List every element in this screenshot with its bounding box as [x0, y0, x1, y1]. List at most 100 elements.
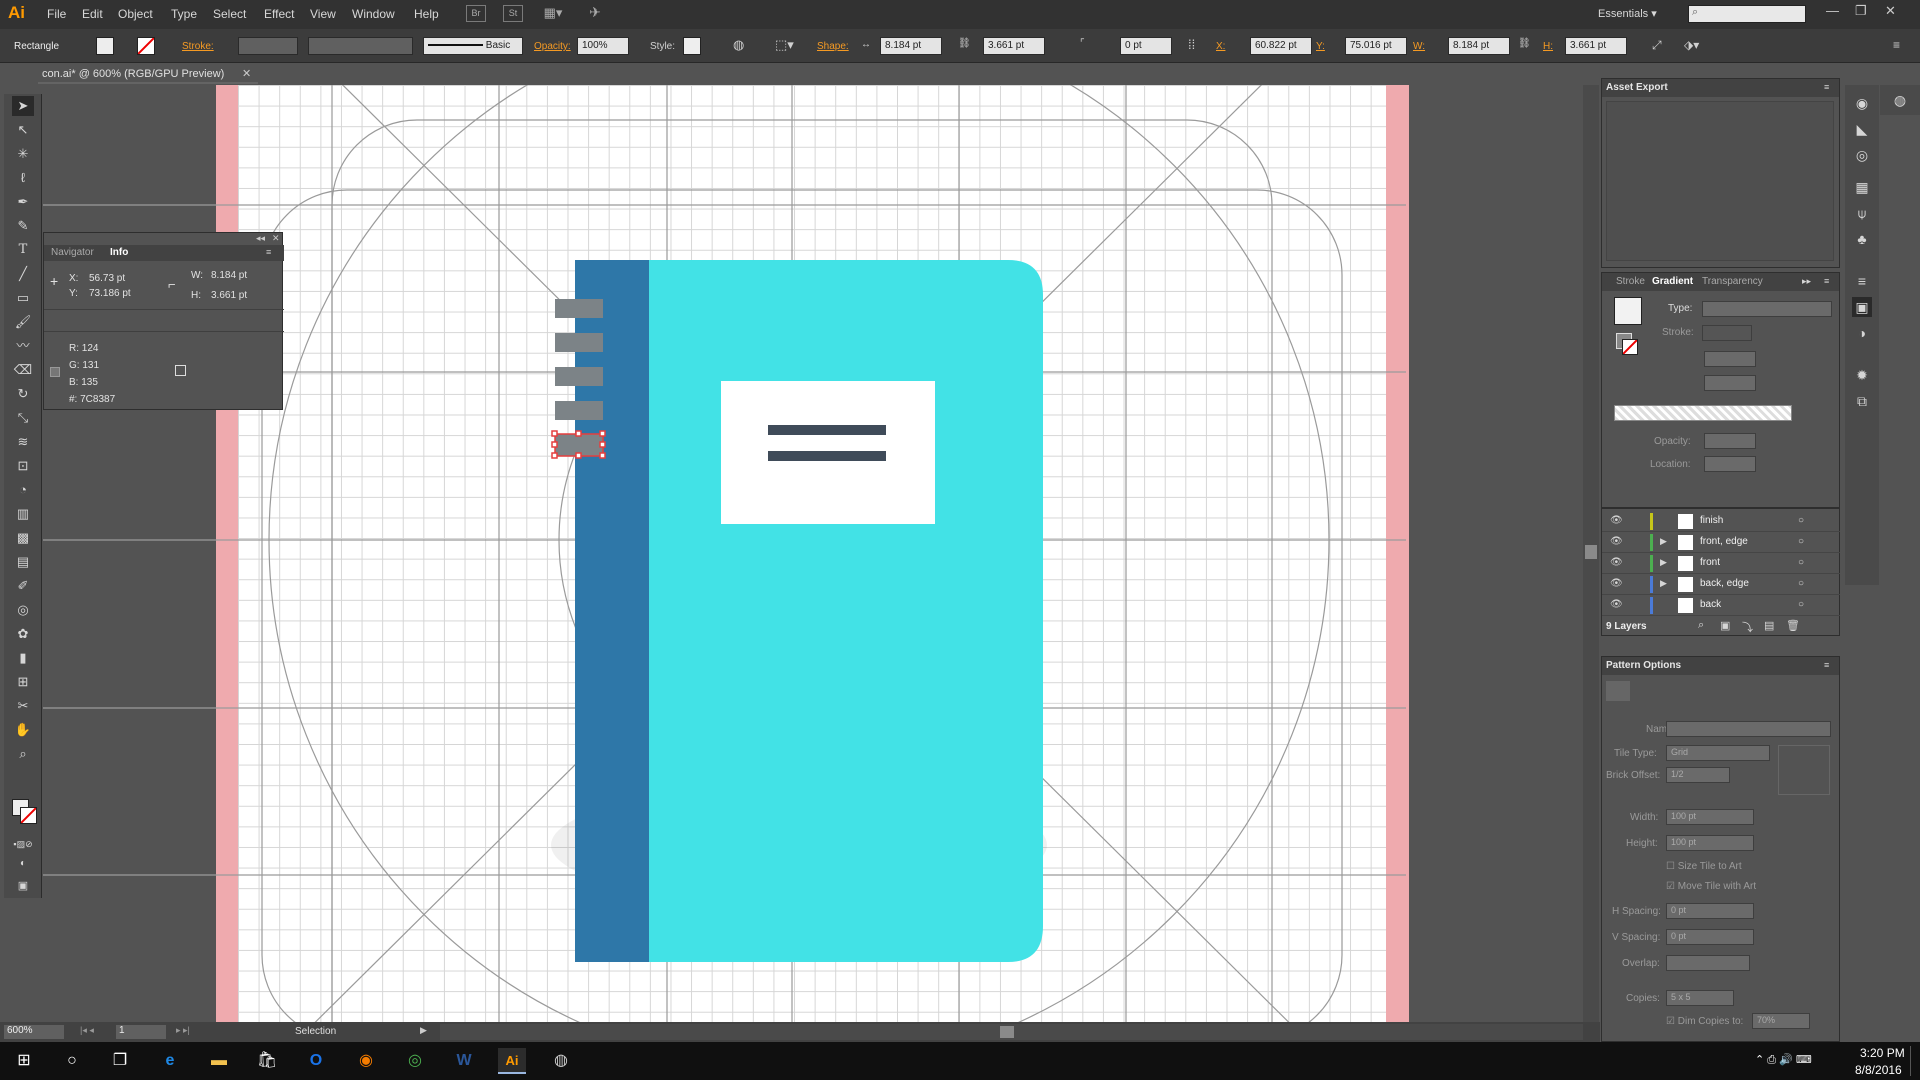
new-layer-icon[interactable]: ▤	[1764, 619, 1774, 632]
clock-date[interactable]: 8/8/2016	[1855, 1063, 1902, 1077]
pattern-width-field[interactable]: 100 pt	[1666, 809, 1754, 825]
show-desktop-button[interactable]	[1910, 1046, 1916, 1076]
dim-copies-checkbox[interactable]: ☑ Dim Copies to:	[1666, 1016, 1743, 1027]
libraries-icon[interactable]: ◉	[1852, 93, 1872, 113]
move-tile-checkbox[interactable]: ☑ Move Tile with Art	[1666, 881, 1756, 892]
symbols-icon[interactable]: ♣	[1852, 229, 1872, 249]
perspective-grid-tool-icon[interactable]: ▥	[12, 504, 34, 524]
h-field[interactable]: 3.661 pt	[1565, 37, 1627, 55]
gradient-location-field[interactable]	[1704, 456, 1756, 472]
x-field[interactable]: 60.822 pt	[1250, 37, 1312, 55]
layer-row[interactable]: 👁 ▶ front ○	[1602, 553, 1840, 574]
scale-tool-icon[interactable]: ⤡	[12, 408, 34, 428]
panel-menu-icon[interactable]: ≡	[1824, 276, 1829, 286]
menu-window[interactable]: Window	[352, 7, 395, 21]
expand-arrow-icon[interactable]: ▶	[1660, 536, 1667, 547]
shape-builder-tool-icon[interactable]: ◔	[12, 480, 34, 500]
target-icon[interactable]: ○	[1798, 599, 1804, 610]
menu-effect[interactable]: Effect	[264, 7, 294, 21]
target-icon[interactable]: ○	[1798, 515, 1804, 526]
corner-type-icon[interactable]: ⌜	[1080, 38, 1085, 49]
constrain-proportions-icon[interactable]: ⛓	[1518, 38, 1531, 49]
tab-info[interactable]: Info	[110, 247, 128, 258]
lasso-tool-icon[interactable]: ℓ	[12, 168, 34, 188]
edge-browser-icon[interactable]: e	[156, 1048, 184, 1074]
outlook-icon[interactable]: O	[302, 1048, 330, 1074]
v-spacing-field[interactable]: 0 pt	[1666, 929, 1754, 945]
h-spacing-field[interactable]: 0 pt	[1666, 903, 1754, 919]
column-graph-tool-icon[interactable]: ▮	[12, 648, 34, 668]
menu-file[interactable]: File	[47, 7, 66, 21]
bridge-icon[interactable]: Br	[466, 5, 486, 22]
shape-width-field[interactable]: 8.184 pt	[880, 37, 942, 55]
isolate-icon[interactable]: ⬗▾	[1684, 38, 1699, 52]
corner-radius-field[interactable]: 0 pt	[1120, 37, 1172, 55]
pen-tool-icon[interactable]: ✒	[12, 192, 34, 212]
artboard-tool-icon[interactable]: ⊞	[12, 672, 34, 692]
stroke-color-icon[interactable]	[20, 807, 37, 824]
gradient-opacity-field[interactable]	[1704, 433, 1756, 449]
visibility-eye-icon[interactable]: 👁	[1610, 515, 1623, 526]
align-icon[interactable]: ⬚▾	[775, 37, 794, 53]
angle-field[interactable]	[1704, 351, 1756, 367]
transform-icon[interactable]: ⤢	[1652, 38, 1662, 53]
reference-point-icon[interactable]: ⁞⁞	[1188, 37, 1195, 52]
pattern-name-field[interactable]	[1666, 721, 1831, 737]
cortana-icon[interactable]: ○	[58, 1048, 86, 1074]
minimize-icon[interactable]: —	[1826, 3, 1839, 18]
asset-export-list[interactable]	[1606, 101, 1834, 261]
task-view-icon[interactable]: ❐	[106, 1048, 134, 1074]
visibility-eye-icon[interactable]: 👁	[1610, 557, 1623, 568]
horizontal-scrollbar[interactable]	[440, 1024, 1583, 1040]
layer-row[interactable]: 👁 ▶ back, edge ○	[1602, 574, 1840, 595]
blend-tool-icon[interactable]: ◎	[12, 600, 34, 620]
brushes-icon[interactable]: ⍦	[1852, 203, 1872, 223]
rectangle-tool-icon[interactable]: ▭	[12, 288, 34, 308]
chrome-icon[interactable]: ◎	[401, 1048, 429, 1074]
rotate-tool-icon[interactable]: ↻	[12, 384, 34, 404]
layer-row[interactable]: 👁 ▶ front, edge ○	[1602, 532, 1840, 553]
new-sublayer-icon[interactable]: ⤵	[1742, 619, 1753, 635]
canvas-area[interactable]	[43, 85, 1586, 1022]
artboard-number-field[interactable]: 1	[116, 1025, 166, 1039]
panel-menu-icon[interactable]: ≡	[266, 247, 271, 257]
stroke-weight-field[interactable]	[238, 37, 298, 55]
pattern-tile-tool-icon[interactable]	[1606, 681, 1630, 701]
stroke-none-icon[interactable]	[1622, 339, 1638, 355]
selection-tool-icon[interactable]: ➤	[12, 96, 34, 116]
workspace-switcher[interactable]: Essentials ▾	[1598, 7, 1657, 20]
creative-cloud-icon[interactable]: ◍	[1890, 90, 1910, 110]
close-icon[interactable]: ✕	[1885, 3, 1896, 19]
stroke-swatch[interactable]	[137, 37, 155, 55]
stroke-gradient-buttons[interactable]	[1702, 325, 1752, 341]
expand-arrow-icon[interactable]: ▶	[1660, 578, 1667, 589]
eraser-tool-icon[interactable]: ⌫	[12, 360, 34, 380]
warp-tool-icon[interactable]: ≋	[12, 432, 34, 452]
appearance-icon[interactable]: ◎	[1852, 145, 1872, 165]
help-search-input[interactable]: ⌕	[1688, 5, 1806, 23]
app-icon[interactable]: ◍	[547, 1048, 575, 1074]
zoom-tool-icon[interactable]: ⌕	[12, 744, 34, 764]
gpu-performance-icon[interactable]: ✈	[585, 5, 605, 22]
menu-type[interactable]: Type	[171, 7, 197, 21]
eyedropper-tool-icon[interactable]: ✐	[12, 576, 34, 596]
stroke-panel-icon[interactable]: ≡	[1852, 271, 1872, 291]
artboards-icon[interactable]: ⧉	[1852, 391, 1872, 411]
system-tray-icons[interactable]: ⌃ ⎙ 🔊 ⌨	[1755, 1053, 1812, 1067]
target-icon[interactable]: ○	[1798, 536, 1804, 547]
swatches-icon[interactable]: ▦	[1852, 177, 1872, 197]
gradient-panel-icon[interactable]: ▣	[1852, 297, 1872, 317]
screen-mode-icon[interactable]: ▣	[12, 876, 34, 896]
w-label[interactable]: W:	[1413, 41, 1425, 52]
type-tool-icon[interactable]: T	[12, 240, 34, 260]
target-icon[interactable]: ○	[1798, 578, 1804, 589]
expand-arrow-icon[interactable]: ▶	[1660, 557, 1667, 568]
tab-gradient[interactable]: Gradient	[1652, 276, 1693, 287]
menu-select[interactable]: Select	[213, 7, 246, 21]
word-icon[interactable]: W	[450, 1048, 478, 1074]
expand-panel-icon[interactable]: ▸▸	[1802, 276, 1811, 287]
transparency-icon[interactable]: ◑	[1852, 323, 1872, 343]
recolor-artwork-icon[interactable]: ◍	[733, 37, 744, 53]
pattern-height-field[interactable]: 100 pt	[1666, 835, 1754, 851]
gradient-tool-icon[interactable]: ▤	[12, 552, 34, 572]
